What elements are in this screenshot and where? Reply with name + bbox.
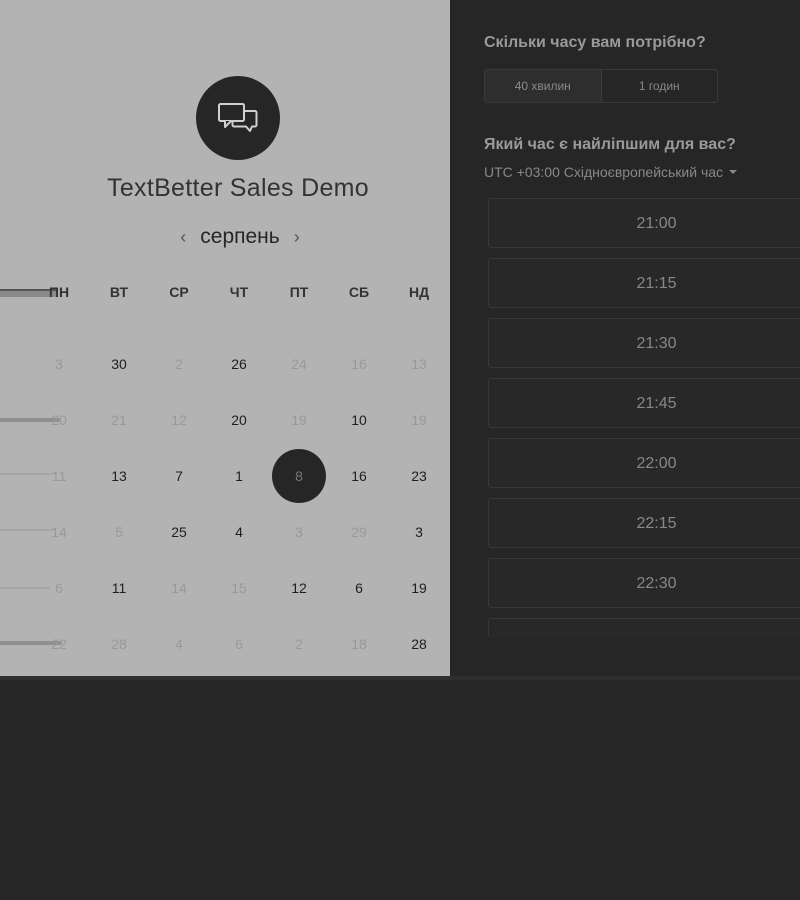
calendar-day: 16 <box>351 356 367 372</box>
time-slot-label: 22:15 <box>636 515 677 532</box>
time-slot-button[interactable]: 22:15 <box>488 498 800 548</box>
calendar-day[interactable]: 11 <box>94 578 144 598</box>
time-slot-label: 22:00 <box>636 455 677 472</box>
calendar-day[interactable]: 26 <box>214 354 264 374</box>
calendar-day[interactable]: 13 <box>94 466 144 486</box>
calendar-day: 29 <box>351 524 367 540</box>
calendar-day: 18 <box>351 636 367 652</box>
calendar-day[interactable]: 23 <box>394 466 444 486</box>
chevron-right-icon[interactable]: › <box>294 228 300 246</box>
calendar-day: 24 <box>291 356 307 372</box>
calendar-day[interactable]: 19 <box>394 578 444 598</box>
duration-1-hour-button[interactable]: 1 годин <box>602 70 718 102</box>
time-slot-partial[interactable] <box>488 618 800 638</box>
month-navigation: ‹ серпень › <box>160 222 320 252</box>
calendar-day[interactable]: 30 <box>94 354 144 374</box>
timezone-selector[interactable]: UTC +03:00 Східноєвропейський час <box>484 164 738 180</box>
weekday-label: ПТ <box>289 284 309 300</box>
calendar-day[interactable]: 20 <box>214 410 264 430</box>
calendar-day: 20 <box>51 412 67 428</box>
chevron-left-icon[interactable]: ‹ <box>180 228 186 246</box>
calendar-day: 28 <box>111 636 127 652</box>
time-slot-label: 21:45 <box>636 395 677 412</box>
calendar-day[interactable]: 25 <box>154 522 204 542</box>
calendar-day[interactable]: 3 <box>394 522 444 542</box>
duration-question: Скільки часу вам потрібно? <box>484 34 706 51</box>
time-slot-label: 21:30 <box>636 335 677 352</box>
event-avatar <box>196 76 280 160</box>
event-title: TextBetter Sales Demo <box>107 174 369 202</box>
calendar-day[interactable]: 12 <box>274 578 324 598</box>
calendar-day: 11 <box>51 468 67 484</box>
timezone-label: UTC +03:00 Східноєвропейський час <box>484 164 724 180</box>
calendar-day: 19 <box>291 412 307 428</box>
calendar-day: 22 <box>51 636 67 652</box>
chat-bubbles-icon <box>218 103 258 132</box>
weekday-label: СР <box>169 284 189 300</box>
calendar-day: 6 <box>235 636 243 652</box>
time-slot-button[interactable]: 21:30 <box>488 318 800 368</box>
time-question: Який час є найліпшим для вас? <box>484 136 736 153</box>
time-slot-button[interactable]: 22:30 <box>488 558 800 608</box>
weekday-label: ВТ <box>109 284 129 300</box>
time-slot-label: 22:30 <box>636 575 677 592</box>
time-slot-button[interactable]: 21:45 <box>488 378 800 428</box>
calendar-day: 14 <box>51 524 67 540</box>
calendar-day: 2 <box>175 356 183 372</box>
calendar-day: 2 <box>295 636 303 652</box>
panel-divider <box>0 676 800 680</box>
weekday-label: НД <box>408 284 430 300</box>
calendar-day: 19 <box>411 412 427 428</box>
calendar-day[interactable]: 28 <box>394 634 444 654</box>
selected-day[interactable]: 8 <box>272 449 326 503</box>
calendar-day[interactable]: 16 <box>334 466 384 486</box>
calendar-day: 3 <box>55 356 63 372</box>
weekday-label: ЧТ <box>229 284 249 300</box>
calendar-day: 14 <box>171 580 187 596</box>
calendar-day: 4 <box>175 636 183 652</box>
calendar-day[interactable]: 4 <box>214 522 264 542</box>
time-slot-button[interactable]: 21:15 <box>488 258 800 308</box>
calendar-day: 5 <box>115 524 123 540</box>
time-slot-button[interactable]: 22:00 <box>488 438 800 488</box>
time-slot-label: 21:15 <box>636 275 677 292</box>
duration-40-min-button[interactable]: 40 хвилин <box>485 70 602 102</box>
calendar-day: 15 <box>231 580 247 596</box>
calendar-day: 12 <box>171 412 187 428</box>
month-label: серпень <box>200 225 280 248</box>
calendar-day: 6 <box>55 580 63 596</box>
calendar-day[interactable]: 7 <box>154 466 204 486</box>
calendar-day[interactable]: 10 <box>334 410 384 430</box>
caret-down-icon <box>729 170 738 174</box>
weekday-label: СБ <box>348 284 370 300</box>
calendar-day[interactable]: 1 <box>214 466 264 486</box>
time-slot-button[interactable]: 21:00 <box>488 198 800 248</box>
time-slot-label: 21:00 <box>636 215 677 232</box>
calendar-day: 13 <box>411 356 427 372</box>
calendar-day: 21 <box>111 412 127 428</box>
calendar-day: 3 <box>295 524 303 540</box>
weekday-label: ПН <box>48 284 70 300</box>
calendar-panel: TextBetter Sales Demo ‹ серпень › ПН ВТ СР… <box>0 0 450 676</box>
duration-toggle: 40 хвилин 1 годин <box>484 69 718 103</box>
calendar-day[interactable]: 6 <box>334 578 384 598</box>
scheduler-panel: Скільки часу вам потрібно? 40 хвилин 1 г… <box>450 0 800 676</box>
